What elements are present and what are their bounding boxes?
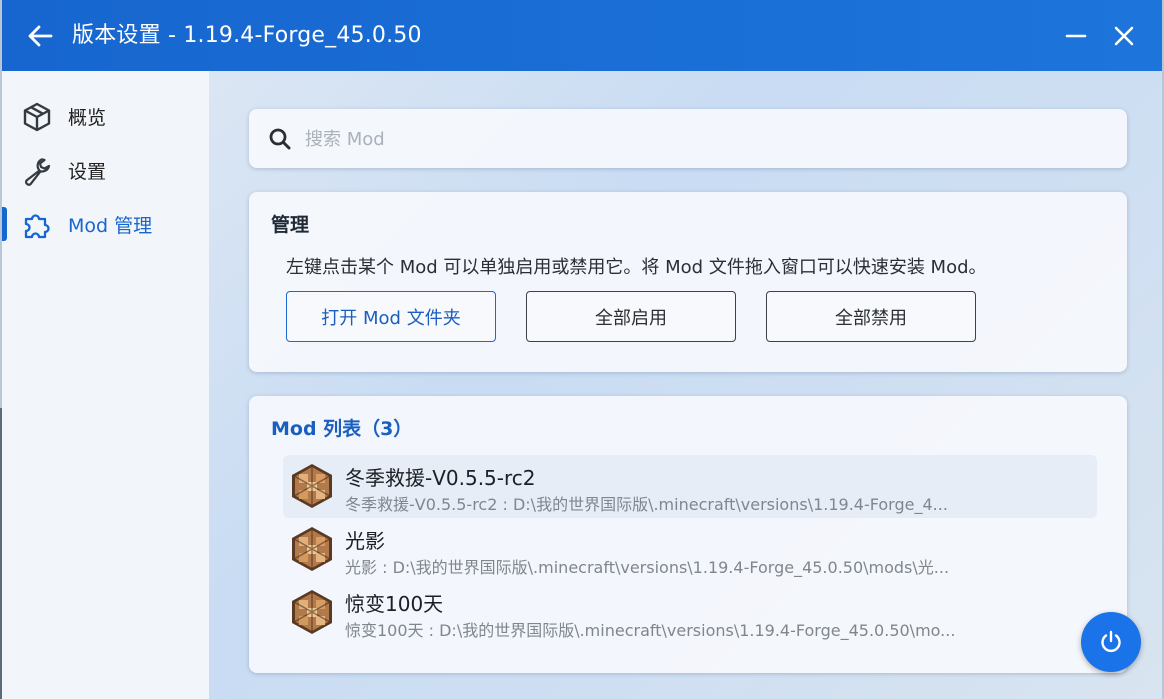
sidebar-item-settings[interactable]: 设置 <box>2 147 209 193</box>
manage-card: 管理 左键点击某个 Mod 可以单独启用或禁用它。将 Mod 文件拖入窗口可以快… <box>249 192 1127 372</box>
disable-all-button[interactable]: 全部禁用 <box>766 291 976 342</box>
title-bar: 版本设置 - 1.19.4-Forge_45.0.50 <box>2 0 1162 71</box>
cube-icon <box>22 102 52 132</box>
sidebar-item-label: 概览 <box>68 106 107 129</box>
mod-path: 惊变100天 : D:\我的世界国际版\.minecraft\versions\… <box>345 621 956 640</box>
mod-list-item[interactable]: 光影 光影 : D:\我的世界国际版\.minecraft\versions\1… <box>283 518 1097 581</box>
mod-name: 冬季救援-V0.5.5-rc2 <box>345 466 536 490</box>
search-icon <box>269 128 291 150</box>
main-content: 管理 左键点击某个 Mod 可以单独启用或禁用它。将 Mod 文件拖入窗口可以快… <box>209 71 1162 699</box>
mod-list-item[interactable]: 冬季救援-V0.5.5-rc2 冬季救援-V0.5.5-rc2 : D:\我的世… <box>283 455 1097 518</box>
manage-description: 左键点击某个 Mod 可以单独启用或禁用它。将 Mod 文件拖入窗口可以快速安装… <box>286 257 987 278</box>
search-input[interactable] <box>305 121 1105 157</box>
mod-list-title: Mod 列表（3） <box>271 418 413 440</box>
mod-name: 光影 <box>345 529 385 553</box>
desktop-edge <box>0 408 2 699</box>
enable-all-button[interactable]: 全部启用 <box>526 291 736 342</box>
mod-path: 冬季救援-V0.5.5-rc2 : D:\我的世界国际版\.minecraft\… <box>345 495 948 514</box>
arrow-left-icon <box>28 25 53 47</box>
open-mod-folder-button[interactable]: 打开 Mod 文件夹 <box>286 291 496 342</box>
close-button[interactable] <box>1108 20 1140 52</box>
power-icon <box>1101 630 1121 653</box>
launch-fab-button[interactable] <box>1081 612 1141 672</box>
redstone-lamp-icon <box>292 464 332 508</box>
mod-path: 光影 : D:\我的世界国际版\.minecraft\versions\1.19… <box>345 558 950 577</box>
minimize-icon <box>1065 34 1087 38</box>
sidebar-item-mod-management[interactable]: Mod 管理 <box>2 201 209 247</box>
mod-name: 惊变100天 <box>345 592 444 616</box>
back-button[interactable] <box>24 20 56 52</box>
redstone-lamp-icon <box>292 590 332 634</box>
minimize-button[interactable] <box>1060 20 1092 52</box>
launcher-window: 版本设置 - 1.19.4-Forge_45.0.50 概览 设置 Mod 管理… <box>2 0 1162 699</box>
search-box <box>249 109 1127 168</box>
close-icon <box>1114 26 1134 46</box>
wrench-icon <box>22 156 52 186</box>
sidebar-item-label: 设置 <box>68 160 107 183</box>
sidebar-item-label: Mod 管理 <box>68 214 153 237</box>
mod-list-item[interactable]: 惊变100天 惊变100天 : D:\我的世界国际版\.minecraft\ve… <box>283 581 1097 644</box>
manage-title: 管理 <box>271 214 310 236</box>
sidebar: 概览 设置 Mod 管理 <box>2 71 209 699</box>
redstone-lamp-icon <box>292 527 332 571</box>
mod-list-card: Mod 列表（3） 冬季救援-V0.5.5-rc2 冬季救援-V0.5.5-rc… <box>249 396 1127 673</box>
sidebar-item-overview[interactable]: 概览 <box>2 93 209 139</box>
window-title: 版本设置 - 1.19.4-Forge_45.0.50 <box>72 23 422 48</box>
puzzle-icon <box>22 210 52 240</box>
